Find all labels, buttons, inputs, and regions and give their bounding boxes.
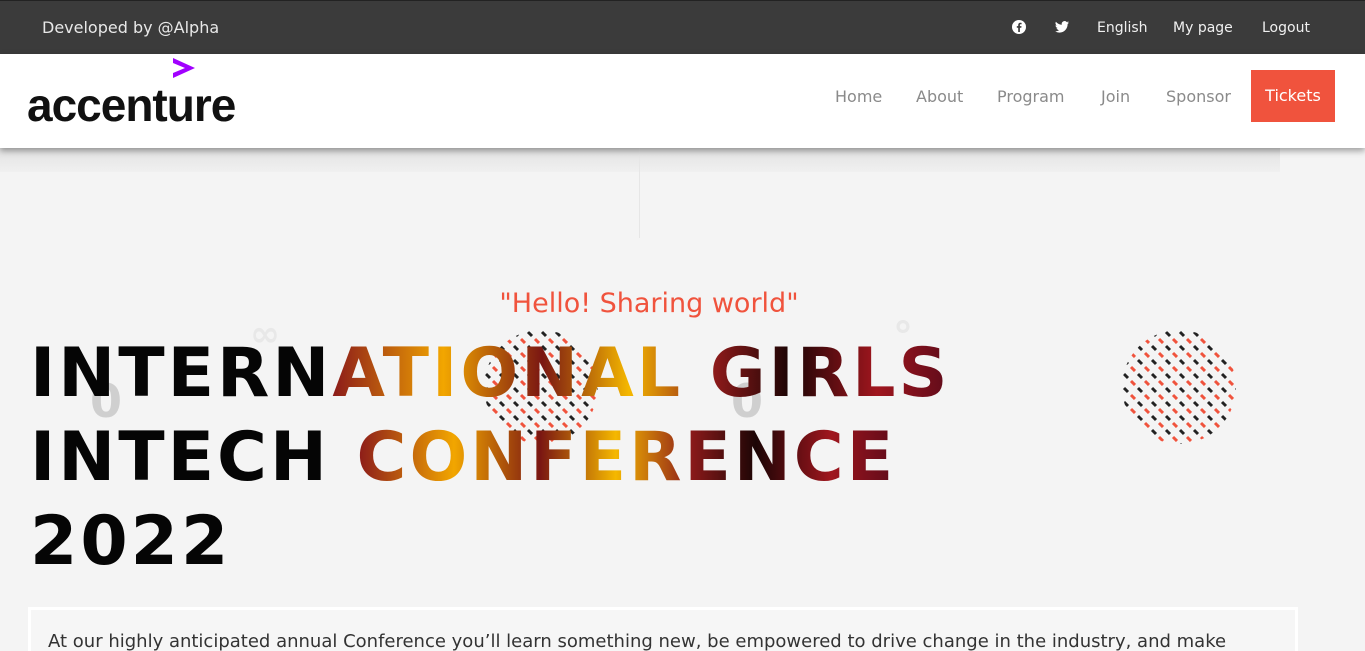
dot-pattern-circle <box>1122 330 1236 444</box>
hero-background-band <box>0 148 1280 172</box>
language-selector[interactable]: English <box>1097 20 1148 36</box>
facebook-icon[interactable] <box>1011 19 1027 35</box>
hero-divider <box>639 148 640 238</box>
nav-about[interactable]: About <box>916 87 963 106</box>
developer-credit: Developed by @Alpha <box>42 18 220 37</box>
title-part-highlight: CONFERENCE <box>356 418 897 497</box>
title-part: INTECH <box>30 418 357 497</box>
nav-home[interactable]: Home <box>835 87 882 106</box>
description-box: At our highly anticipated annual Confere… <box>28 607 1298 651</box>
hero-tagline: "Hello! Sharing world" <box>499 288 799 319</box>
hero-section: 0 0 ∞ ° "Hello! Sharing world" <box>0 148 1365 651</box>
top-bar: Developed by @Alpha English My page Logo… <box>0 0 1365 54</box>
hero-title-line-1: INTERNATIONAL GIRLS <box>30 332 970 416</box>
hero-title: INTERNATIONAL GIRLS INTECH CONFERENCE 20… <box>30 332 970 584</box>
my-page-link[interactable]: My page <box>1173 20 1233 36</box>
hero-title-line-3: 2022 <box>30 502 232 581</box>
title-part-highlight: ATIONAL GIRLS <box>332 334 951 413</box>
twitter-icon[interactable] <box>1054 19 1070 35</box>
logout-link[interactable]: Logout <box>1262 20 1310 36</box>
main-header: accenture Home About Program Join Sponso… <box>0 54 1365 148</box>
title-part: INTERN <box>30 334 333 413</box>
tickets-button[interactable]: Tickets <box>1251 70 1335 122</box>
nav-sponsor[interactable]: Sponsor <box>1166 87 1231 106</box>
accenture-logo[interactable]: accenture <box>27 56 277 132</box>
nav-join[interactable]: Join <box>1101 87 1130 106</box>
hero-title-line-2: INTECH CONFERENCE <box>30 416 970 500</box>
logo-wordmark: accenture <box>27 79 236 131</box>
hero-description: At our highly anticipated annual Confere… <box>48 631 1227 651</box>
nav-program[interactable]: Program <box>997 87 1065 106</box>
